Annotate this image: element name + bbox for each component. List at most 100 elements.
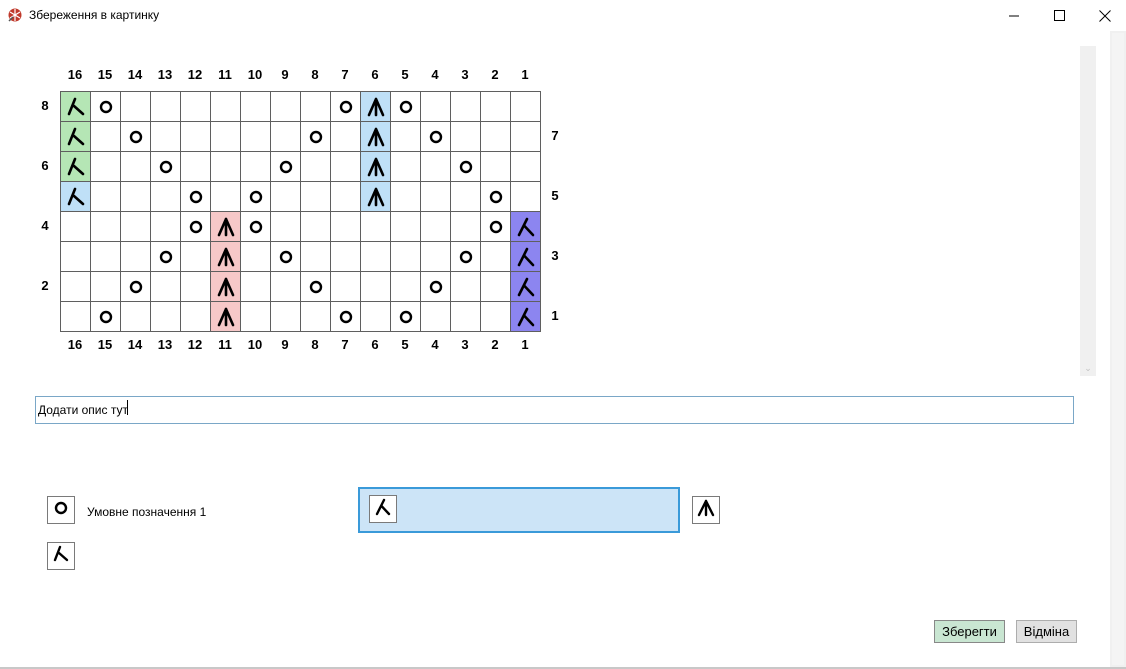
chart-cell[interactable] bbox=[270, 301, 301, 332]
chart-cell[interactable] bbox=[360, 121, 391, 152]
chart-cell[interactable] bbox=[150, 271, 181, 302]
chart-cell[interactable] bbox=[390, 271, 421, 302]
chart-cell[interactable] bbox=[60, 121, 91, 152]
chart-cell[interactable] bbox=[150, 181, 181, 212]
chart-cell[interactable] bbox=[420, 241, 451, 272]
chart-cell[interactable] bbox=[360, 301, 391, 332]
chart-cell[interactable] bbox=[420, 271, 451, 302]
chart-cell[interactable] bbox=[180, 241, 211, 272]
legend-item-double-decrease[interactable] bbox=[692, 496, 720, 524]
chart-cell[interactable] bbox=[390, 211, 421, 242]
chart-scrollbar[interactable]: ⌄ bbox=[1080, 46, 1096, 376]
chart-cell[interactable] bbox=[300, 181, 331, 212]
chart-cell[interactable] bbox=[390, 241, 421, 272]
chart-cell[interactable] bbox=[240, 181, 271, 212]
chart-cell[interactable] bbox=[510, 271, 541, 302]
maximize-button[interactable] bbox=[1036, 0, 1082, 31]
chart-cell[interactable] bbox=[150, 301, 181, 332]
chart-cell[interactable] bbox=[270, 271, 301, 302]
chart-cell[interactable] bbox=[90, 151, 121, 182]
chart-cell[interactable] bbox=[90, 121, 121, 152]
chart-cell[interactable] bbox=[270, 121, 301, 152]
chart-cell[interactable] bbox=[150, 211, 181, 242]
chart-cell[interactable] bbox=[180, 211, 211, 242]
chart-cell[interactable] bbox=[90, 181, 121, 212]
chart-cell[interactable] bbox=[120, 241, 151, 272]
chart-cell[interactable] bbox=[210, 91, 241, 122]
chart-cell[interactable] bbox=[450, 301, 481, 332]
chart-cell[interactable] bbox=[480, 151, 511, 182]
chart-cell[interactable] bbox=[240, 151, 271, 182]
chart-cell[interactable] bbox=[480, 301, 511, 332]
chart-cell[interactable] bbox=[60, 211, 91, 242]
chart-cell[interactable] bbox=[510, 301, 541, 332]
chart-cell[interactable] bbox=[480, 121, 511, 152]
chart-cell[interactable] bbox=[330, 211, 361, 242]
chart-cell[interactable] bbox=[240, 241, 271, 272]
chart-cell[interactable] bbox=[360, 151, 391, 182]
chart-cell[interactable] bbox=[300, 91, 331, 122]
chart-cell[interactable] bbox=[240, 91, 271, 122]
chart-cell[interactable] bbox=[420, 211, 451, 242]
chart-cell[interactable] bbox=[120, 121, 151, 152]
chart-cell[interactable] bbox=[270, 91, 301, 122]
chart-cell[interactable] bbox=[330, 121, 361, 152]
chart-cell[interactable] bbox=[210, 181, 241, 212]
chart-cell[interactable] bbox=[60, 241, 91, 272]
chart-cell[interactable] bbox=[180, 301, 211, 332]
chart-cell[interactable] bbox=[480, 91, 511, 122]
chart-cell[interactable] bbox=[420, 91, 451, 122]
chart-cell[interactable] bbox=[210, 121, 241, 152]
chart-cell[interactable] bbox=[150, 151, 181, 182]
chart-cell[interactable] bbox=[360, 181, 391, 212]
chart-cell[interactable] bbox=[330, 241, 361, 272]
chart-cell[interactable] bbox=[240, 211, 271, 242]
chart-cell[interactable] bbox=[330, 301, 361, 332]
chart-cell[interactable] bbox=[150, 241, 181, 272]
chart-cell[interactable] bbox=[450, 241, 481, 272]
chart-cell[interactable] bbox=[180, 121, 211, 152]
chart-cell[interactable] bbox=[90, 91, 121, 122]
window-scrollbar[interactable] bbox=[1110, 31, 1126, 667]
chart-cell[interactable] bbox=[150, 91, 181, 122]
legend-item-left-lean[interactable] bbox=[47, 542, 75, 570]
legend-item-selected[interactable] bbox=[358, 487, 680, 533]
chart-cell[interactable] bbox=[420, 301, 451, 332]
chart-cell[interactable] bbox=[360, 211, 391, 242]
legend-item-yarn-over[interactable] bbox=[47, 496, 75, 524]
chart-cell[interactable] bbox=[450, 211, 481, 242]
chart-cell[interactable] bbox=[120, 211, 151, 242]
chart-cell[interactable] bbox=[90, 301, 121, 332]
chart-cell[interactable] bbox=[240, 121, 271, 152]
chart-cell[interactable] bbox=[270, 211, 301, 242]
chart-cell[interactable] bbox=[180, 151, 211, 182]
chevron-down-icon[interactable]: ⌄ bbox=[1080, 360, 1096, 376]
chart-cell[interactable] bbox=[390, 301, 421, 332]
chart-cell[interactable] bbox=[120, 181, 151, 212]
chart-cell[interactable] bbox=[510, 211, 541, 242]
chart-cell[interactable] bbox=[210, 151, 241, 182]
chart-cell[interactable] bbox=[420, 121, 451, 152]
chart-cell[interactable] bbox=[210, 241, 241, 272]
chart-cell[interactable] bbox=[480, 211, 511, 242]
close-button[interactable] bbox=[1082, 0, 1126, 31]
chart-cell[interactable] bbox=[240, 301, 271, 332]
chart-cell[interactable] bbox=[450, 121, 481, 152]
chart-cell[interactable] bbox=[300, 211, 331, 242]
chart-cell[interactable] bbox=[210, 211, 241, 242]
chart-cell[interactable] bbox=[90, 271, 121, 302]
chart-cell[interactable] bbox=[120, 151, 151, 182]
chart-cell[interactable] bbox=[300, 151, 331, 182]
window-scrollbar-thumb[interactable] bbox=[1112, 33, 1124, 665]
chart-cell[interactable] bbox=[150, 121, 181, 152]
chart-cell[interactable] bbox=[390, 151, 421, 182]
chart-cell[interactable] bbox=[330, 181, 361, 212]
chart-cell[interactable] bbox=[390, 121, 421, 152]
chart-cell[interactable] bbox=[300, 241, 331, 272]
chart-cell[interactable] bbox=[60, 91, 91, 122]
chart-cell[interactable] bbox=[180, 181, 211, 212]
chart-cell[interactable] bbox=[390, 91, 421, 122]
chart-cell[interactable] bbox=[360, 271, 391, 302]
chart-cell[interactable] bbox=[270, 181, 301, 212]
chart-cell[interactable] bbox=[420, 181, 451, 212]
